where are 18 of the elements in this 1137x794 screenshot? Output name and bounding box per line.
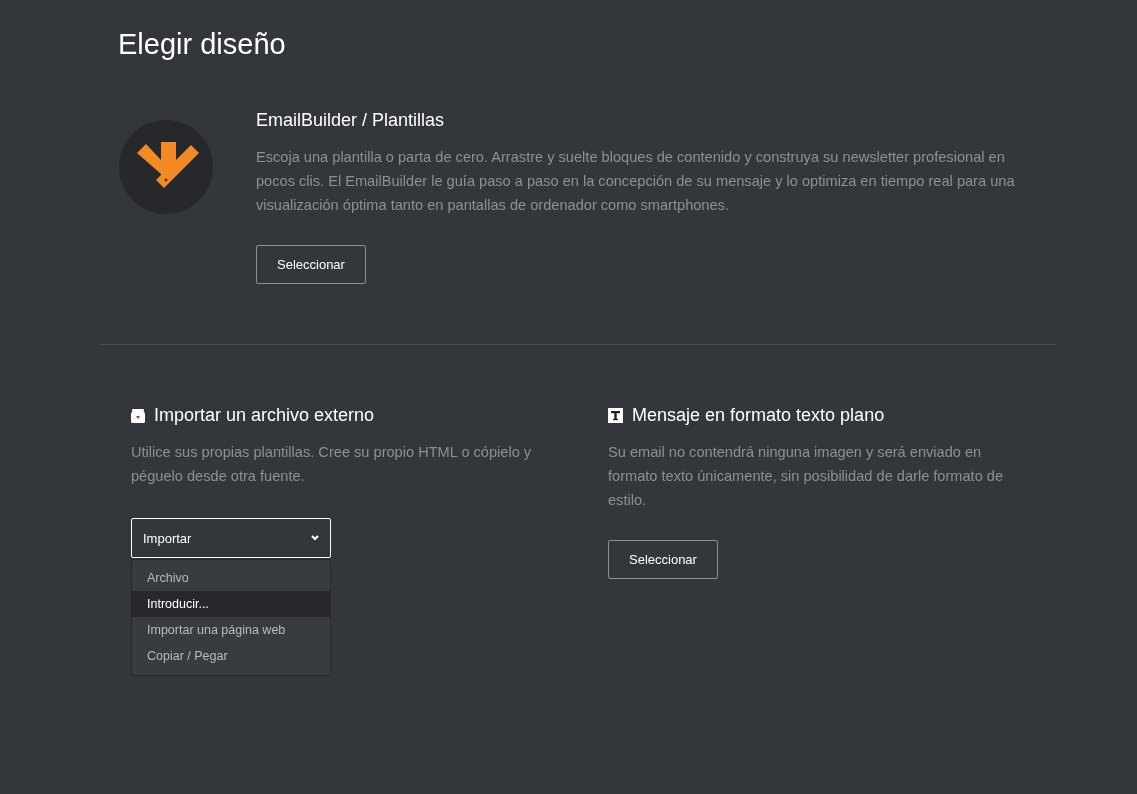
select-button[interactable]: Seleccionar [608,540,718,579]
text-format-icon [608,408,623,423]
menu-item[interactable]: Importar una página web [132,617,330,643]
section-description: Escoja una plantilla o parta de cero. Arrastre y suelte bloques de contenido y construya su newsletter profesional en pocos clis. El EmailBuilder le guía paso a paso en la concepción de su mensaje y lo optimiza en tiempo real para una visualización óptima tanto en pantallas de ordenador como smartphones. [256,148,1016,215]
page-title: Elegir diseño [118,28,287,61]
menu-item[interactable]: Introducir... [132,591,330,617]
import-dropdown[interactable]: Importar [131,518,331,558]
section-title: EmailBuilder / Plantillas [256,110,446,131]
logo-icon [119,120,213,214]
menu-item[interactable]: Copiar / Pegar [132,643,330,669]
section-title: Mensaje en formato texto plano [632,405,885,426]
section-description: Utilice sus propias plantillas. Cree su propio HTML o cópielo y péguelo desde otra fuente. [131,443,533,486]
section-description: Su email no contendrá ninguna imagen y será enviado en formato texto únicamente, sin posibilidad de darle formato de estilo. [608,443,1005,510]
select-button[interactable]: Seleccionar [256,245,366,284]
import-box-icon [131,408,145,423]
menu-item[interactable]: Archivo [132,565,330,591]
section-title: Importar un archivo externo [154,405,375,426]
chevron-down-icon [311,535,319,541]
